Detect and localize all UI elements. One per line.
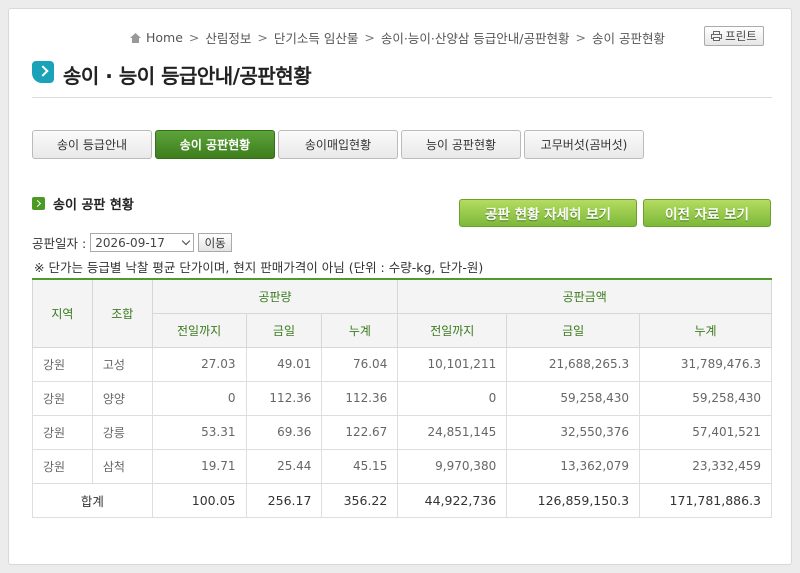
page-title: 송이 · 능이 등급안내/공판현황 [63,64,312,88]
title-arrow-icon [32,61,54,83]
section-title: 송이 공판 현황 [32,194,134,213]
cell-amt-total: 23,332,459 [639,448,772,484]
chevron-right-icon: > [257,30,268,45]
section-arrow-icon [32,197,45,210]
total-amt-today: 126,859,150.3 [506,482,641,518]
cell-union: 삼척 [91,448,153,484]
cell-qty-total: 45.15 [321,448,399,484]
breadcrumb-home[interactable]: Home [146,30,183,45]
cell-amt-today: 21,688,265.3 [506,346,641,382]
tab-song-purchase[interactable]: 송이매입현황 [278,130,398,159]
home-icon [130,32,141,43]
header-amount: 공판금액 [397,278,772,314]
header-union: 조합 [91,278,153,348]
print-button[interactable]: 프린트 [704,26,764,46]
header-amt-total: 누계 [639,312,772,348]
cell-amt-total: 59,258,430 [639,380,772,416]
cell-union: 고성 [91,346,153,382]
table-row: 강원 강릉 53.31 69.36 122.67 24,851,145 32,5… [32,414,772,450]
cell-amt-today: 13,362,079 [506,448,641,484]
header-qty-today: 금일 [245,312,323,348]
cell-region: 강원 [32,414,93,450]
date-label: 공판일자 : [32,236,87,251]
breadcrumb-item[interactable]: 산림정보 [205,28,251,47]
chevron-right-icon: > [364,30,375,45]
cell-qty-total: 112.36 [321,380,399,416]
cell-qty-prev: 27.03 [151,346,247,382]
cell-qty-today: 112.36 [245,380,323,416]
cell-qty-prev: 19.71 [151,448,247,484]
cell-qty-today: 69.36 [245,414,323,450]
total-qty-total: 356.22 [321,482,399,518]
cell-qty-prev: 53.31 [151,414,247,450]
date-value: 2026-09-17 [95,235,165,250]
header-region: 지역 [32,278,93,348]
cell-amt-prev: 0 [397,380,508,416]
header-quantity: 공판량 [151,278,399,314]
tab-rubber-mushroom[interactable]: 고무버섯(곰버섯) [524,130,644,159]
cell-qty-total: 76.04 [321,346,399,382]
date-select[interactable]: 2026-09-17 [90,233,195,252]
total-amt-prev: 44,922,736 [397,482,508,518]
cell-region: 강원 [32,380,93,416]
print-label: 프린트 [725,29,757,43]
cell-amt-total: 31,789,476.3 [639,346,772,382]
cell-union: 강릉 [91,414,153,450]
tab-song-auction[interactable]: 송이 공판현황 [155,130,275,159]
table-row: 강원 고성 27.03 49.01 76.04 10,101,211 21,68… [32,346,772,382]
total-label: 합계 [32,482,153,518]
breadcrumb-item[interactable]: 단기소득 임산물 [274,28,358,47]
cell-amt-total: 57,401,521 [639,414,772,450]
cell-qty-today: 49.01 [245,346,323,382]
section-title-text: 송이 공판 현황 [53,198,134,213]
view-detail-button[interactable]: 공판 현황 자세히 보기 [459,199,637,227]
total-qty-today: 256.17 [245,482,323,518]
total-amt-total: 171,781,886.3 [639,482,772,518]
tab-neung-auction[interactable]: 능이 공판현황 [401,130,521,159]
auction-table: 지역 조합 공판량 공판금액 전일까지 금일 누계 전일까지 금일 누계 강원 … [32,278,772,518]
header-qty-prev: 전일까지 [151,312,247,348]
header-amt-today: 금일 [506,312,641,348]
cell-qty-prev: 0 [151,380,247,416]
table-row: 강원 삼척 19.71 25.44 45.15 9,970,380 13,362… [32,448,772,484]
go-button[interactable]: 이동 [198,233,233,252]
breadcrumb-item[interactable]: 송이·능이·산양삼 등급안내/공판현황 [381,28,570,47]
cell-amt-prev: 9,970,380 [397,448,508,484]
unit-note: ※ 단가는 등급별 낙찰 평균 단가이며, 현지 판매가격이 아님 (단위 : … [34,260,484,275]
date-row: 공판일자 : 2026-09-17 이동 [32,233,233,252]
chevron-down-icon [181,236,191,246]
cell-qty-today: 25.44 [245,448,323,484]
chevron-right-icon: > [575,30,586,45]
header-amt-prev: 전일까지 [397,312,508,348]
printer-icon [711,31,723,41]
chevron-right-icon: > [188,30,200,45]
cell-qty-total: 122.67 [321,414,399,450]
cell-region: 강원 [32,448,93,484]
page-header: 송이 · 능이 등급안내/공판현황 [32,60,772,98]
total-row: 합계 100.05 256.17 356.22 44,922,736 126,8… [32,482,772,518]
table-row: 강원 양양 0 112.36 112.36 0 59,258,430 59,25… [32,380,772,416]
cell-amt-prev: 24,851,145 [397,414,508,450]
tab-bar: 송이 등급안내 송이 공판현황 송이매입현황 능이 공판현황 고무버섯(곰버섯) [32,130,644,159]
cell-region: 강원 [32,346,93,382]
cell-amt-prev: 10,101,211 [397,346,508,382]
cell-amt-today: 32,550,376 [506,414,641,450]
cell-amt-today: 59,258,430 [506,380,641,416]
header-qty-total: 누계 [321,312,399,348]
cell-union: 양양 [91,380,153,416]
view-previous-button[interactable]: 이전 자료 보기 [643,199,771,227]
breadcrumb-current: 송이 공판현황 [592,31,665,46]
total-qty-prev: 100.05 [151,482,247,518]
breadcrumb: Home > 산림정보 > 단기소득 임산물 > 송이·능이·산양삼 등급안내/… [130,28,690,47]
tab-song-grade[interactable]: 송이 등급안내 [32,130,152,159]
